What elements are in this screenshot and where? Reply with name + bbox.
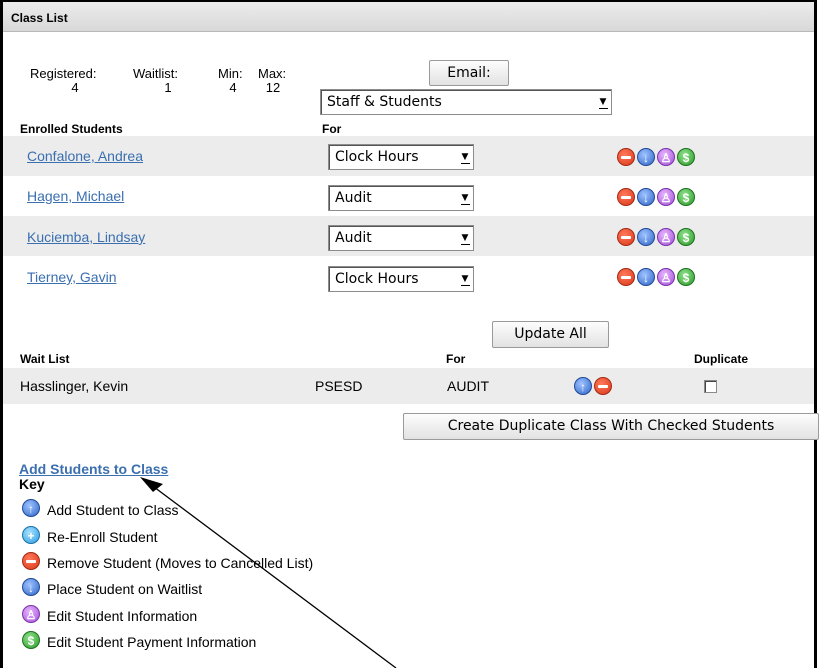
annotation-arrow (140, 477, 397, 668)
arrow-shaft (149, 483, 397, 668)
arrow-head (140, 477, 163, 492)
